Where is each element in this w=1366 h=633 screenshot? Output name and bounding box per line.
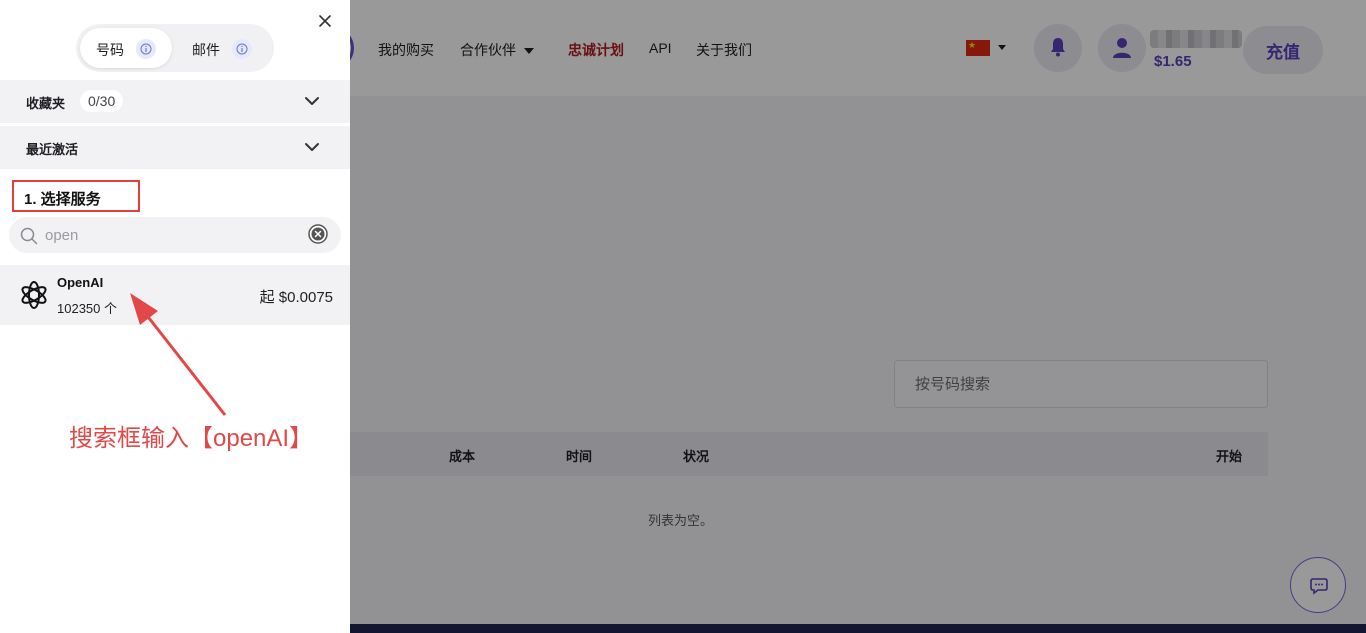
- step-title: 1. 选择服务: [24, 191, 101, 208]
- chevron-down-icon: [305, 97, 319, 105]
- service-available-count: 102350 个: [57, 301, 117, 316]
- chevron-down-icon: [305, 143, 319, 151]
- modal-overlay[interactable]: [350, 0, 1366, 633]
- tab-switcher: 号码 邮件: [76, 24, 274, 72]
- recent-activations-accordion[interactable]: 最近激活: [0, 126, 350, 169]
- tab-email-label: 邮件: [192, 42, 220, 58]
- clear-search-icon[interactable]: [308, 224, 328, 244]
- info-icon[interactable]: [136, 39, 156, 59]
- tab-email[interactable]: 邮件: [176, 28, 270, 68]
- close-icon[interactable]: [316, 12, 334, 30]
- favorites-label: 收藏夹: [26, 96, 66, 111]
- service-price: 起 $0.0075: [259, 289, 333, 306]
- tab-numbers-label: 号码: [96, 42, 124, 58]
- service-name: OpenAI: [57, 275, 104, 290]
- favorites-count-badge: 0/30: [80, 90, 124, 112]
- service-search-bar: [9, 217, 341, 253]
- service-search-input[interactable]: [45, 225, 295, 245]
- tab-numbers[interactable]: 号码: [80, 28, 172, 68]
- openai-logo-icon: [21, 281, 47, 309]
- favorites-accordion[interactable]: 收藏夹 0/30: [0, 80, 350, 123]
- annotation-text: 搜索框输入【openAI】: [69, 425, 314, 452]
- info-icon[interactable]: [232, 39, 252, 59]
- search-icon: [20, 227, 38, 245]
- recent-activations-label: 最近激活: [26, 142, 79, 157]
- step-highlight-box: 1. 选择服务: [12, 180, 140, 212]
- annotation-arrow-icon: [130, 293, 227, 416]
- service-side-panel: 号码 邮件 收藏夹 0/30 最近激活 1. 选择服务 OpenAI: [0, 0, 350, 633]
